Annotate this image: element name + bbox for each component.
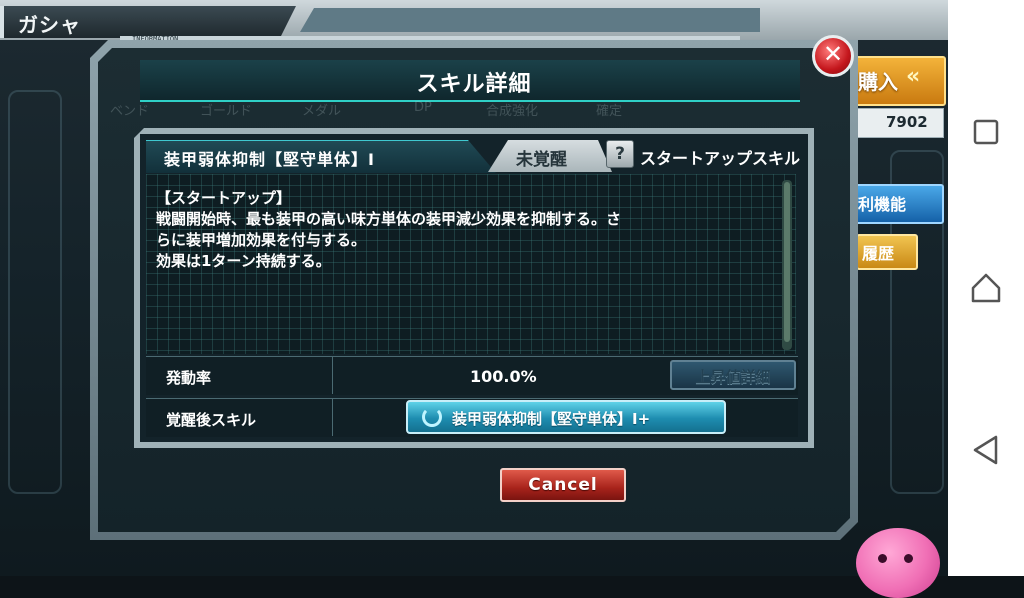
skill-type-label: スタートアップスキル [640, 149, 801, 168]
background-tab: DP [414, 100, 432, 115]
recent-apps-icon[interactable] [968, 114, 1004, 150]
skill-name: 装甲弱体抑制【堅守単体】Ⅰ [164, 150, 375, 169]
close-icon: ✕ [822, 40, 844, 68]
top-bar-stripe [300, 8, 760, 32]
description-scroll-thumb[interactable] [784, 182, 790, 342]
screen-title: ガシャ [18, 13, 81, 37]
cancel-button[interactable]: Cancel [500, 468, 626, 502]
skill-description: 【スタートアップ】 戦闘開始時、最も装甲の高い味方単体の装甲減少効果を抑制する。… [156, 188, 776, 272]
modal-title: スキル詳細 [416, 72, 532, 97]
background-tab: メダル [302, 104, 342, 119]
coin-count: 7902 [886, 113, 928, 131]
background-tab: ベンド [110, 104, 150, 119]
awakened-skill-label: 覚醒後スキル [166, 411, 257, 429]
awakened-skill-button[interactable]: 装甲弱体抑制【堅守単体】Ⅰ+ [406, 400, 726, 434]
description-line: 【スタートアップ】 [156, 189, 292, 207]
awakened-skill-button-label: 装甲弱体抑制【堅守単体】Ⅰ+ [452, 410, 651, 428]
background-tab: 確定 [596, 104, 623, 119]
description-line: 効果は1ターン持続する。 [156, 252, 331, 270]
history-button-label: 履歴 [862, 244, 895, 263]
activation-rate-label: 発動率 [166, 369, 212, 387]
increase-detail-button[interactable]: 上昇値詳細 [670, 360, 796, 390]
increase-detail-button-label: 上昇値詳細 [695, 368, 771, 386]
haro-mascot-icon[interactable] [856, 528, 940, 598]
background-tab: ゴールド [200, 104, 253, 119]
close-button[interactable]: ✕ [812, 35, 854, 77]
description-line: 戦闘開始時、最も装甲の高い味方単体の装甲減少効果を抑制する。さ [156, 210, 622, 228]
activation-rate-value: 100.0% [470, 367, 537, 386]
background-tabs: ベンド ゴールド メダル DP 合成強化 確定 [110, 100, 660, 122]
awake-status: 未覚醒 [516, 150, 567, 170]
android-nav-bar [948, 0, 1024, 576]
refresh-icon [422, 407, 442, 427]
help-icon[interactable]: ? [606, 140, 634, 168]
row-divider [332, 356, 333, 394]
description-line: らに装甲増加効果を付与する。 [156, 231, 367, 249]
cancel-button-label: Cancel [528, 475, 598, 495]
background-frame-left [8, 90, 62, 494]
function-button-label: 利機能 [858, 195, 907, 214]
haro-eye-left [878, 554, 887, 563]
home-icon[interactable] [968, 270, 1004, 306]
back-icon[interactable] [968, 432, 1004, 468]
row-divider [332, 398, 333, 436]
haro-eye-right [904, 554, 913, 563]
background-tab: 合成強化 [486, 104, 539, 119]
